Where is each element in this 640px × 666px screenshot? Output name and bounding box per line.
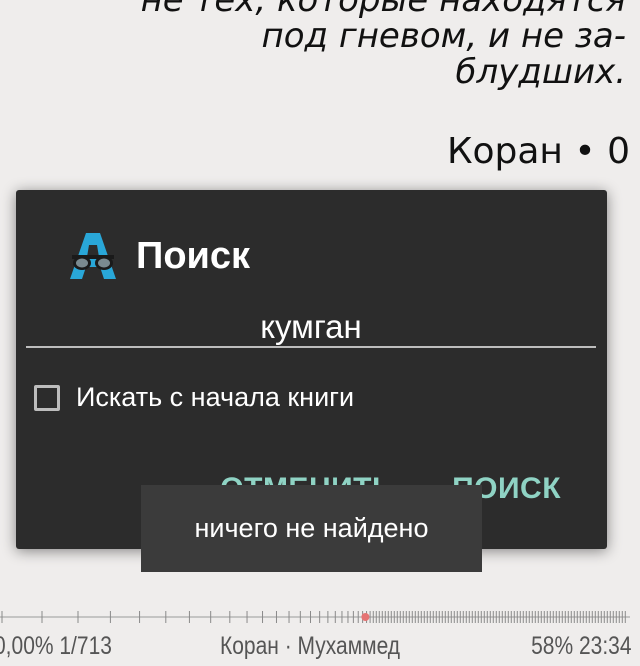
reader-line: под гневом, и не за- xyxy=(261,16,626,56)
toast-message: ничего не найдено xyxy=(141,485,482,572)
dialog-title: Поиск xyxy=(136,234,251,277)
reader-line: блудших. xyxy=(455,52,626,92)
dialog-title-row: Поиск xyxy=(66,228,250,284)
book-progress-bar[interactable] xyxy=(0,607,640,627)
search-input[interactable] xyxy=(26,308,596,348)
status-bar: 0,00% 1/713 Коран · Мухаммед 58% 23:34 xyxy=(0,630,640,666)
reader-page-text: не тех, которые находятся под гневом, и … xyxy=(26,0,626,90)
book-title-author: Коран · Мухаммед xyxy=(220,632,401,660)
reading-position: 0,00% 1/713 xyxy=(0,632,112,660)
footnote-reference[interactable]: Коран • 0 xyxy=(447,131,630,172)
progress-marker xyxy=(361,613,370,621)
alreader-app-icon xyxy=(70,233,116,279)
search-from-start-option[interactable]: Искать с начала книги xyxy=(34,382,354,413)
battery-and-time: 58% 23:34 xyxy=(531,632,632,660)
checkbox-label: Искать с начала книги xyxy=(76,382,355,412)
search-from-start-checkbox[interactable] xyxy=(34,384,60,411)
